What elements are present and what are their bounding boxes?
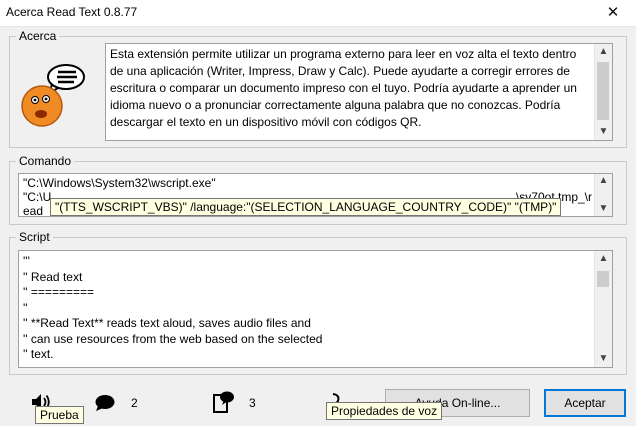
command-scrollbar[interactable]: ▲ ▼ [594,174,612,216]
command-tooltip: "(TTS_WSCRIPT_VBS)" /language:"(SELECTIO… [50,198,562,216]
scroll-up-icon[interactable]: ▲ [595,251,612,267]
script-line: '' Read text [23,269,83,284]
speech-bubble-icon[interactable] [94,394,116,412]
about-textbox[interactable]: Esta extensión permite utilizar un progr… [105,43,613,141]
scroll-up-icon[interactable]: ▲ [595,174,612,188]
window-title: Acerca Read Text 0.8.77 [6,5,138,19]
command-line-2-start: "C:\U [23,190,52,204]
close-icon[interactable]: ✕ [590,0,636,26]
about-scrollbar[interactable]: ▲ ▼ [594,44,612,140]
talking-face-icon [21,64,85,127]
scroll-up-icon[interactable]: ▲ [595,44,612,60]
script-line: '' ========= [23,285,94,299]
script-scrollbar[interactable]: ▲ ▼ [594,251,612,367]
scroll-thumb[interactable] [597,62,609,120]
script-lines: ''' '' Read text '' ========= '' '' **Re… [23,254,592,363]
about-legend: Acerca [16,29,60,43]
speaker-tooltip: Prueba [35,406,84,424]
scroll-down-icon[interactable]: ▼ [595,202,612,216]
document-bubble-icon[interactable] [212,390,236,414]
ok-button[interactable]: Aceptar [544,389,626,417]
script-line: '' **Read Text** reads text aloud, saves… [23,316,311,330]
title-bar: Acerca Read Text 0.8.77 ✕ [0,0,636,27]
script-line: ''' [23,254,30,268]
command-line-3: ead [23,204,44,217]
script-line: '' text. [23,347,54,361]
scroll-down-icon[interactable]: ▼ [595,351,612,367]
bubble-count: 2 [131,396,138,410]
about-text: Esta extensión permite utilizar un progr… [110,47,581,129]
document-count: 3 [249,396,256,410]
script-line: '' [23,300,28,315]
scroll-down-icon[interactable]: ▼ [595,124,612,140]
script-textbox[interactable]: ''' '' Read text '' ========= '' '' **Re… [18,250,613,368]
command-line-1: "C:\Windows\System32\wscript.exe" [23,176,216,190]
script-line: '' can use resources from the web based … [23,331,323,346]
voice-properties-tooltip: Propiedades de voz [326,402,443,420]
script-legend: Script [16,230,53,244]
scroll-thumb[interactable] [597,271,609,287]
command-legend: Comando [16,154,75,168]
